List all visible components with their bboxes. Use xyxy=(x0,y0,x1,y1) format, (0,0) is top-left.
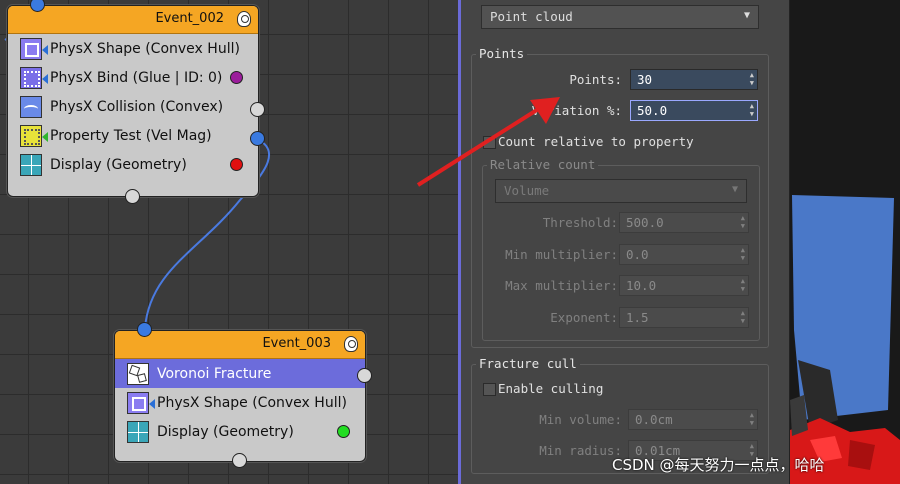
variation-label: Variation %: xyxy=(531,103,622,118)
min-radius-label: Min radius: xyxy=(539,443,622,458)
variation-value: 50.0 xyxy=(637,103,668,118)
operator-label: Display (Geometry) xyxy=(157,423,294,440)
operator-row-physx-shape[interactable]: PhysX Shape (Convex Hull) xyxy=(8,34,258,63)
min-multiplier-label: Min multiplier: xyxy=(505,247,618,262)
threshold-spinner[interactable]: 500.0 ▲ ▼ xyxy=(619,212,749,233)
display-geometry-icon xyxy=(20,153,42,176)
exponent-spinner[interactable]: 1.5 ▲ ▼ xyxy=(619,307,749,328)
event-002-node[interactable]: Event_002 PhysX Shape (Convex Hull) Phys… xyxy=(7,0,265,204)
display-geometry-icon xyxy=(127,420,149,443)
exponent-label: Exponent: xyxy=(550,310,618,325)
test-output-port[interactable] xyxy=(250,131,265,146)
operator-label: PhysX Collision (Convex) xyxy=(50,98,224,115)
chevron-down-icon: ▼ xyxy=(731,184,738,195)
event-002-output-port[interactable] xyxy=(125,189,140,204)
spinner-arrows-icon[interactable]: ▲ ▼ xyxy=(741,309,745,325)
event-003-node[interactable]: Event_003 Voronoi Fracture PhysX Shape (… xyxy=(114,322,372,468)
csdn-watermark: CSDN @每天努力一点点，哈哈 xyxy=(612,456,825,474)
points-group-title: Points xyxy=(476,46,528,61)
relative-count-dropdown-value: Volume xyxy=(504,183,550,198)
spinner-arrows-icon[interactable]: ▲ ▼ xyxy=(750,411,754,427)
viewport-3d[interactable] xyxy=(790,0,900,484)
min-volume-label: Min volume: xyxy=(539,412,622,427)
spinner-arrows-icon[interactable]: ▲ ▼ xyxy=(741,214,745,230)
min-multiplier-spinner[interactable]: 0.0 ▲ ▼ xyxy=(619,244,749,265)
physx-shape-icon xyxy=(20,37,48,60)
event-003-title: Event_003 xyxy=(262,336,331,351)
operator-row-physx-shape[interactable]: PhysX Shape (Convex Hull) xyxy=(115,388,365,417)
relative-count-group: Relative count Volume ▼ Threshold: 500.0… xyxy=(482,157,760,341)
event-003-input-port[interactable] xyxy=(137,322,152,337)
min-volume-spinner[interactable]: 0.0cm ▲ ▼ xyxy=(628,409,758,430)
operator-label: PhysX Bind (Glue | ID: 0) xyxy=(50,69,223,86)
operator-label: Display (Geometry) xyxy=(50,156,187,173)
event-002-title: Event_002 xyxy=(155,11,224,26)
relative-count-title: Relative count xyxy=(487,157,599,172)
operator-label: PhysX Shape (Convex Hull) xyxy=(157,394,347,411)
operator-row-display-geometry[interactable]: Display (Geometry) xyxy=(8,150,258,179)
voronoi-fracture-icon xyxy=(127,362,149,385)
spinner-arrows-icon[interactable]: ▲ ▼ xyxy=(741,277,745,293)
lightbulb-icon[interactable] xyxy=(344,336,358,352)
physx-bind-icon xyxy=(20,66,48,89)
count-relative-label: Count relative to property xyxy=(498,134,694,149)
min-volume-value: 0.0cm xyxy=(635,412,673,427)
max-multiplier-spinner[interactable]: 10.0 ▲ ▼ xyxy=(619,275,749,296)
collision-output-port[interactable] xyxy=(250,102,265,117)
operator-label: Property Test (Vel Mag) xyxy=(50,127,212,144)
property-test-icon xyxy=(20,124,48,147)
min-multiplier-value: 0.0 xyxy=(626,247,649,262)
voronoi-output-port[interactable] xyxy=(357,368,372,383)
operator-row-property-test[interactable]: Property Test (Vel Mag) xyxy=(8,121,258,150)
threshold-label: Threshold: xyxy=(542,215,618,230)
chevron-down-icon: ▼ xyxy=(743,10,750,21)
max-multiplier-value: 10.0 xyxy=(626,278,657,293)
spinner-arrows-icon[interactable]: ▲ ▼ xyxy=(741,246,745,262)
operator-row-display-geometry[interactable]: Display (Geometry) xyxy=(115,417,365,446)
enable-culling-checkbox[interactable] xyxy=(483,383,496,396)
operator-row-physx-collision[interactable]: PhysX Collision (Convex) xyxy=(8,92,258,121)
threshold-value: 500.0 xyxy=(626,215,664,230)
parameters-panel: Point cloud ▼ Points Points: 30 ▲ ▼ Varia… xyxy=(461,0,790,484)
enable-culling-label: Enable culling xyxy=(498,381,604,396)
points-spinner[interactable]: 30 ▲ ▼ xyxy=(630,69,758,90)
operator-label: PhysX Shape (Convex Hull) xyxy=(50,40,240,57)
operator-row-physx-bind[interactable]: PhysX Bind (Glue | ID: 0) xyxy=(8,63,258,92)
fractured-geometry xyxy=(790,195,900,484)
event-003-header[interactable]: Event_003 xyxy=(115,331,365,359)
display-color-dot[interactable] xyxy=(230,158,243,171)
fracture-cull-title: Fracture cull xyxy=(476,356,580,371)
particle-flow-canvas[interactable]: Event_002 PhysX Shape (Convex Hull) Phys… xyxy=(0,0,460,484)
points-group: Points Points: 30 ▲ ▼ Variation %: 50.0 ▲… xyxy=(471,46,769,348)
exponent-value: 1.5 xyxy=(626,310,649,325)
source-dropdown[interactable]: Point cloud ▼ xyxy=(481,5,759,29)
lightbulb-icon[interactable] xyxy=(237,11,251,27)
event-003-output-port[interactable] xyxy=(232,453,247,468)
points-label: Points: xyxy=(569,72,622,87)
spinner-arrows-icon[interactable]: ▲ ▼ xyxy=(750,71,754,87)
physx-collision-icon xyxy=(20,95,42,118)
source-dropdown-value: Point cloud xyxy=(490,9,573,24)
max-multiplier-label: Max multiplier: xyxy=(505,278,618,293)
display-color-dot[interactable] xyxy=(337,425,350,438)
relative-count-dropdown[interactable]: Volume ▼ xyxy=(495,179,747,203)
event-002-header[interactable]: Event_002 xyxy=(8,6,258,34)
physx-shape-icon xyxy=(127,391,155,414)
output-port-dot[interactable] xyxy=(230,71,243,84)
operator-label: Voronoi Fracture xyxy=(157,365,272,382)
variation-spinner[interactable]: 50.0 ▲ ▼ xyxy=(630,100,758,121)
operator-row-voronoi-fracture[interactable]: Voronoi Fracture xyxy=(115,359,365,388)
count-relative-checkbox[interactable] xyxy=(483,136,496,149)
points-value: 30 xyxy=(637,72,653,87)
spinner-arrows-icon[interactable]: ▲ ▼ xyxy=(750,102,754,118)
